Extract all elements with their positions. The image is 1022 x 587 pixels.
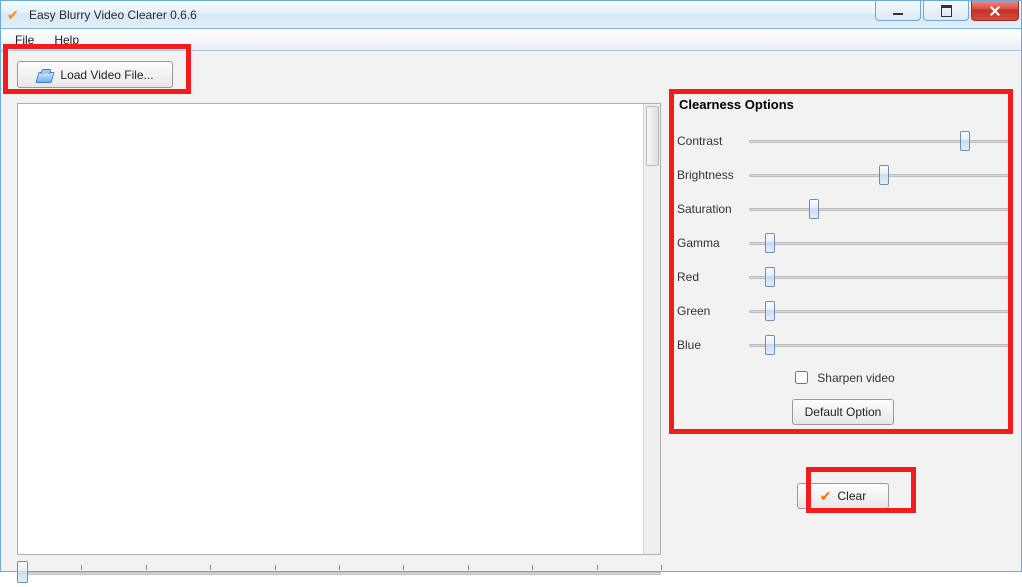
timeline-tick [81, 565, 82, 570]
sharpen-checkbox[interactable] [795, 371, 808, 384]
brightness-slider[interactable] [749, 165, 1009, 185]
slider-thumb[interactable] [809, 199, 819, 219]
red-slider[interactable] [749, 267, 1009, 287]
timeline-slider[interactable] [17, 561, 661, 587]
clear-label: Clear [838, 489, 867, 503]
saturation-slider[interactable] [749, 199, 1009, 219]
slider-track [749, 140, 1009, 143]
timeline-thumb[interactable] [17, 561, 28, 583]
clearness-panel: Clearness Options Contrast Brightness Satu… [677, 97, 1009, 425]
load-video-label: Load Video File... [60, 68, 153, 82]
video-preview [17, 103, 661, 555]
client-area: Load Video File... Clearness Options Con… [1, 51, 1021, 571]
timeline-tick [661, 565, 662, 570]
video-preview-canvas [18, 104, 643, 554]
slider-label: Red [677, 270, 749, 284]
default-option-label: Default Option [805, 405, 882, 419]
timeline-tick [146, 565, 147, 570]
gamma-slider[interactable] [749, 233, 1009, 253]
slider-thumb[interactable] [765, 267, 775, 287]
slider-label: Gamma [677, 236, 749, 250]
blue-slider[interactable] [749, 335, 1009, 355]
slider-track [749, 344, 1009, 347]
minimize-button[interactable] [875, 1, 921, 21]
default-option-button[interactable]: Default Option [792, 399, 895, 425]
menubar: File Help [1, 29, 1021, 51]
timeline-tick [339, 565, 340, 570]
clearness-title: Clearness Options [679, 97, 1009, 112]
load-video-button[interactable]: Load Video File... [17, 61, 173, 88]
timeline-tick [532, 565, 533, 570]
menu-help[interactable]: Help [44, 31, 89, 49]
preview-scrollbar-thumb[interactable] [646, 106, 659, 166]
slider-track [749, 310, 1009, 313]
timeline-tick [468, 565, 469, 570]
contrast-slider[interactable] [749, 131, 1009, 151]
maximize-button[interactable] [923, 1, 969, 21]
slider-row-green: Green [677, 294, 1009, 328]
slider-label: Brightness [677, 168, 749, 182]
slider-thumb[interactable] [960, 131, 970, 151]
slider-thumb[interactable] [765, 335, 775, 355]
sharpen-label: Sharpen video [817, 371, 894, 385]
slider-track [749, 208, 1009, 211]
menu-file[interactable]: File [5, 31, 44, 49]
slider-thumb[interactable] [765, 233, 775, 253]
slider-row-gamma: Gamma [677, 226, 1009, 260]
slider-track [749, 276, 1009, 279]
slider-row-brightness: Brightness [677, 158, 1009, 192]
window-buttons [875, 1, 1021, 21]
slider-row-red: Red [677, 260, 1009, 294]
slider-label: Saturation [677, 202, 749, 216]
slider-label: Green [677, 304, 749, 318]
timeline-tick [275, 565, 276, 570]
sharpen-row[interactable]: Sharpen video [677, 368, 1009, 387]
preview-scrollbar[interactable] [643, 104, 660, 554]
app-icon [7, 7, 23, 23]
slider-row-contrast: Contrast [677, 124, 1009, 158]
check-icon [820, 489, 832, 503]
folder-open-icon [36, 68, 54, 82]
slider-thumb[interactable] [765, 301, 775, 321]
timeline-tick [597, 565, 598, 570]
clear-button[interactable]: Clear [797, 483, 889, 509]
close-button[interactable] [971, 1, 1019, 21]
slider-row-saturation: Saturation [677, 192, 1009, 226]
slider-label: Contrast [677, 134, 749, 148]
titlebar: Easy Blurry Video Clearer 0.6.6 [1, 1, 1021, 29]
window-title: Easy Blurry Video Clearer 0.6.6 [29, 8, 197, 22]
slider-row-blue: Blue [677, 328, 1009, 362]
timeline-track [17, 572, 661, 575]
slider-thumb[interactable] [879, 165, 889, 185]
timeline-tick [403, 565, 404, 570]
green-slider[interactable] [749, 301, 1009, 321]
timeline-tick [210, 565, 211, 570]
slider-label: Blue [677, 338, 749, 352]
slider-track [749, 242, 1009, 245]
clear-row: Clear [677, 483, 1009, 509]
